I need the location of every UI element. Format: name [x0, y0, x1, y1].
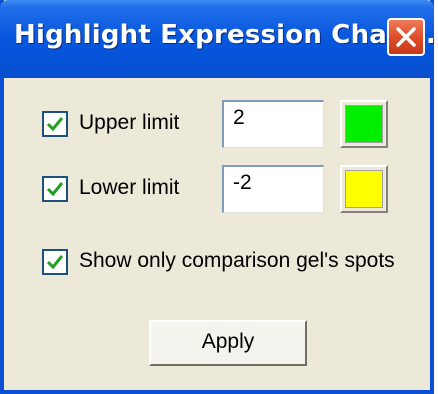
close-button[interactable] [387, 18, 425, 56]
checkmark-icon [46, 255, 64, 270]
window-title: Highlight Expression Chan... [14, 20, 436, 50]
upper-limit-label[interactable]: Upper limit [79, 111, 179, 135]
comparison-spots-checkbox[interactable] [42, 249, 68, 275]
checkmark-icon [46, 182, 64, 197]
lower-limit-checkbox[interactable] [42, 176, 68, 202]
checkmark-icon [46, 117, 64, 132]
dialog-window: Highlight Expression Chan... Upper limit… [0, 0, 436, 394]
upper-color-swatch [345, 105, 383, 143]
comparison-spots-label[interactable]: Show only comparison gel's spots [79, 249, 395, 273]
upper-limit-checkbox[interactable] [42, 111, 68, 137]
lower-color-swatch [345, 170, 383, 208]
title-bar[interactable]: Highlight Expression Chan... [0, 0, 436, 78]
upper-limit-input[interactable]: 2 [222, 100, 324, 148]
lower-limit-label[interactable]: Lower limit [79, 176, 179, 200]
apply-button[interactable]: Apply [149, 320, 307, 366]
close-icon [396, 27, 416, 47]
upper-color-button[interactable] [340, 100, 388, 148]
lower-color-button[interactable] [340, 165, 388, 213]
lower-limit-input[interactable]: -2 [222, 165, 324, 213]
